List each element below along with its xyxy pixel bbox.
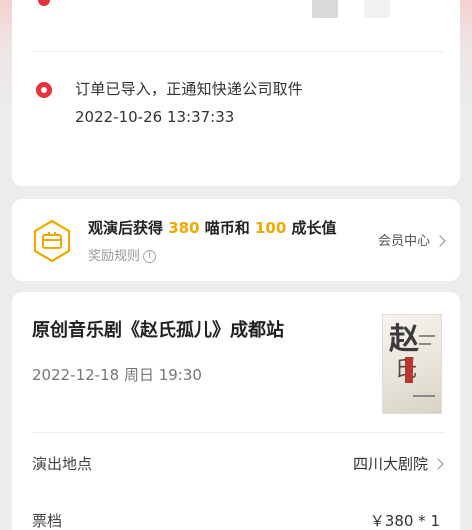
reward-card: 观演后获得 380 喵币和 100 成长值 奖励规则 i 会员中心 xyxy=(12,199,460,281)
poster-seal xyxy=(405,357,413,383)
venue-label: 演出地点 xyxy=(32,455,93,473)
poster-text: 赵 xyxy=(389,322,419,357)
member-center-label: 会员中心 xyxy=(377,234,430,249)
reward-rules-link[interactable]: 奖励规则 i xyxy=(88,245,157,264)
divider xyxy=(32,51,444,52)
poster-line xyxy=(413,395,435,397)
chevron-right-icon xyxy=(432,457,444,470)
info-icon: i xyxy=(143,250,157,263)
chevron-right-icon xyxy=(434,234,446,247)
poster-line xyxy=(419,335,435,337)
reward-text-prefix: 观演后获得 xyxy=(88,219,169,237)
status-timestamp: 2022-10-26 13:37:33 xyxy=(75,108,235,126)
status-message: 订单已导入，正通知快递公司取件 xyxy=(75,80,304,98)
show-info-card: 原创音乐剧《赵氏孤儿》成都站 2022-12-18 周日 19:30 赵 氏 演… xyxy=(12,292,460,530)
show-poster-image[interactable]: 赵 氏 xyxy=(382,314,442,414)
reward-rules-label: 奖励规则 xyxy=(88,249,141,264)
status-dot-previous-icon xyxy=(38,0,50,6)
show-datetime: 2022-12-18 周日 19:30 xyxy=(32,366,202,384)
reward-description: 观演后获得 380 喵币和 100 成长值 xyxy=(88,217,337,238)
show-title[interactable]: 原创音乐剧《赵氏孤儿》成都站 xyxy=(32,316,284,342)
ticket-tier-value: ￥380 * 1 xyxy=(369,512,440,530)
status-top-area xyxy=(12,0,460,52)
status-dot-icon xyxy=(36,82,52,98)
ticket-gift-icon xyxy=(33,219,71,263)
order-status-card: 订单已导入，正通知快递公司取件 2022-10-26 13:37:33 xyxy=(12,0,460,186)
thumbnail-placeholder xyxy=(364,0,390,18)
reward-text-suffix: 成长值 xyxy=(286,219,337,237)
venue-link[interactable]: 四川大剧院 xyxy=(352,453,444,474)
reward-growth: 100 xyxy=(255,219,287,237)
venue-value: 四川大剧院 xyxy=(352,455,428,473)
divider xyxy=(32,432,444,433)
reward-text-mid: 喵币和 xyxy=(199,219,255,237)
thumbnail-placeholder xyxy=(312,0,338,18)
member-center-link[interactable]: 会员中心 xyxy=(377,230,446,249)
reward-coins: 380 xyxy=(168,219,200,237)
poster-line xyxy=(419,343,431,345)
ticket-tier-label: 票档 xyxy=(32,512,63,530)
